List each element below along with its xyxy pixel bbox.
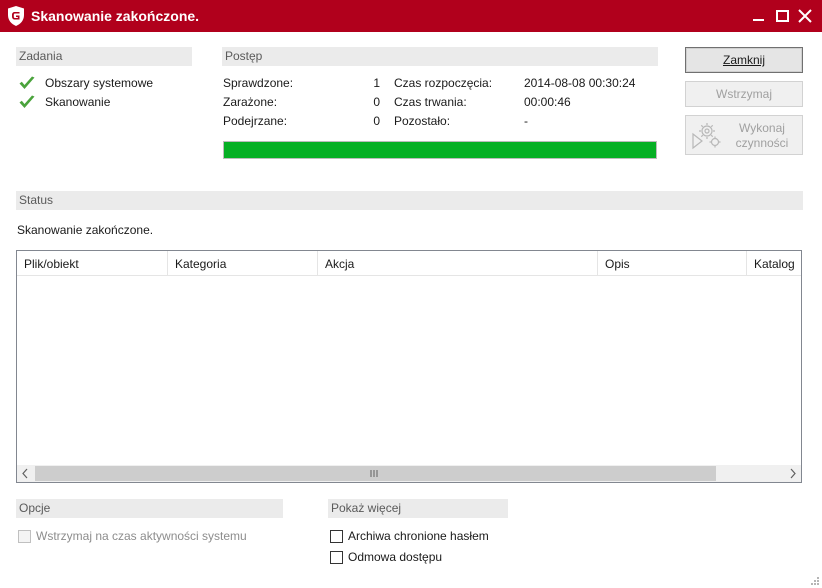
pause-button[interactable]: Wstrzymaj bbox=[685, 81, 803, 107]
title-bar[interactable]: Skanowanie zakończone. bbox=[0, 0, 822, 32]
tasks-header: Zadania bbox=[16, 47, 192, 66]
access-denied-label: Odmowa dostępu bbox=[348, 550, 443, 564]
status-header: Status bbox=[16, 191, 803, 210]
suspicious-value: 0 bbox=[373, 114, 380, 128]
show-more-header: Pokaż więcej bbox=[328, 499, 508, 518]
column-header-description[interactable]: Opis bbox=[598, 251, 747, 276]
task-label: Skanowanie bbox=[45, 95, 111, 109]
resize-grip-icon[interactable] bbox=[809, 575, 819, 585]
progress-header: Postęp bbox=[222, 47, 658, 66]
shield-logo-icon bbox=[8, 6, 24, 26]
task-label: Obszary systemowe bbox=[45, 76, 154, 90]
checkbox-box[interactable] bbox=[330, 550, 343, 564]
take-action-line2: czynności bbox=[735, 136, 789, 150]
pause-on-activity-checkbox[interactable]: Wstrzymaj na czas aktywności systemu bbox=[18, 529, 247, 543]
scroll-left-arrow-icon[interactable] bbox=[17, 465, 34, 482]
column-header-category[interactable]: Kategoria bbox=[168, 251, 318, 276]
minimize-icon[interactable] bbox=[751, 8, 767, 24]
column-header-file[interactable]: Plik/obiekt bbox=[17, 251, 168, 276]
remaining-value: - bbox=[524, 114, 528, 128]
infected-label: Zarażone: bbox=[223, 95, 278, 109]
checked-label: Sprawdzone: bbox=[223, 76, 294, 90]
checkbox-box[interactable] bbox=[330, 529, 343, 543]
results-table[interactable]: Plik/obiekt Kategoria Akcja Opis Katalog bbox=[16, 250, 802, 483]
access-denied-checkbox[interactable]: Odmowa dostępu bbox=[330, 550, 442, 564]
progress-fill bbox=[224, 142, 656, 158]
take-action-button[interactable]: Wykonaj czynności bbox=[685, 115, 803, 155]
horizontal-scrollbar[interactable] bbox=[17, 465, 801, 482]
checkbox-box[interactable] bbox=[18, 529, 31, 543]
close-button-label: Zamknij bbox=[722, 53, 765, 67]
checkmark-icon bbox=[19, 76, 35, 89]
gears-play-icon bbox=[692, 123, 721, 150]
duration-value: 00:00:46 bbox=[524, 95, 571, 109]
table-header: Plik/obiekt Kategoria Akcja Opis Katalog bbox=[17, 251, 801, 276]
column-header-directory[interactable]: Katalog bbox=[747, 251, 801, 276]
checked-value: 1 bbox=[373, 76, 380, 90]
start-time-value: 2014-08-08 00:30:24 bbox=[524, 76, 636, 90]
password-archives-label: Archiwa chronione hasłem bbox=[348, 529, 489, 543]
take-action-line1: Wykonaj bbox=[739, 121, 785, 135]
pause-on-activity-label: Wstrzymaj na czas aktywności systemu bbox=[36, 529, 247, 543]
status-text: Skanowanie zakończone. bbox=[17, 223, 154, 237]
scan-progress-bar bbox=[223, 141, 657, 159]
options-header: Opcje bbox=[16, 499, 283, 518]
infected-value: 0 bbox=[373, 95, 380, 109]
scroll-grip-icon bbox=[370, 470, 378, 477]
remaining-label: Pozostało: bbox=[394, 114, 451, 128]
window-title: Skanowanie zakończone. bbox=[31, 8, 200, 24]
duration-label: Czas trwania: bbox=[394, 95, 467, 109]
close-icon[interactable] bbox=[797, 8, 813, 24]
checkmark-icon bbox=[19, 95, 35, 108]
maximize-icon[interactable] bbox=[775, 8, 791, 24]
scrollbar-thumb[interactable] bbox=[35, 466, 716, 481]
task-item: Obszary systemowe bbox=[18, 74, 153, 92]
column-header-action[interactable]: Akcja bbox=[318, 251, 598, 276]
password-archives-checkbox[interactable]: Archiwa chronione hasłem bbox=[330, 529, 489, 543]
scroll-right-arrow-icon[interactable] bbox=[784, 465, 801, 482]
take-action-label: Wykonaj czynności bbox=[726, 121, 798, 151]
task-item: Skanowanie bbox=[18, 93, 110, 111]
suspicious-label: Podejrzane: bbox=[223, 114, 288, 128]
start-time-label: Czas rozpoczęcia: bbox=[394, 76, 493, 90]
close-button[interactable]: Zamknij bbox=[685, 47, 803, 73]
